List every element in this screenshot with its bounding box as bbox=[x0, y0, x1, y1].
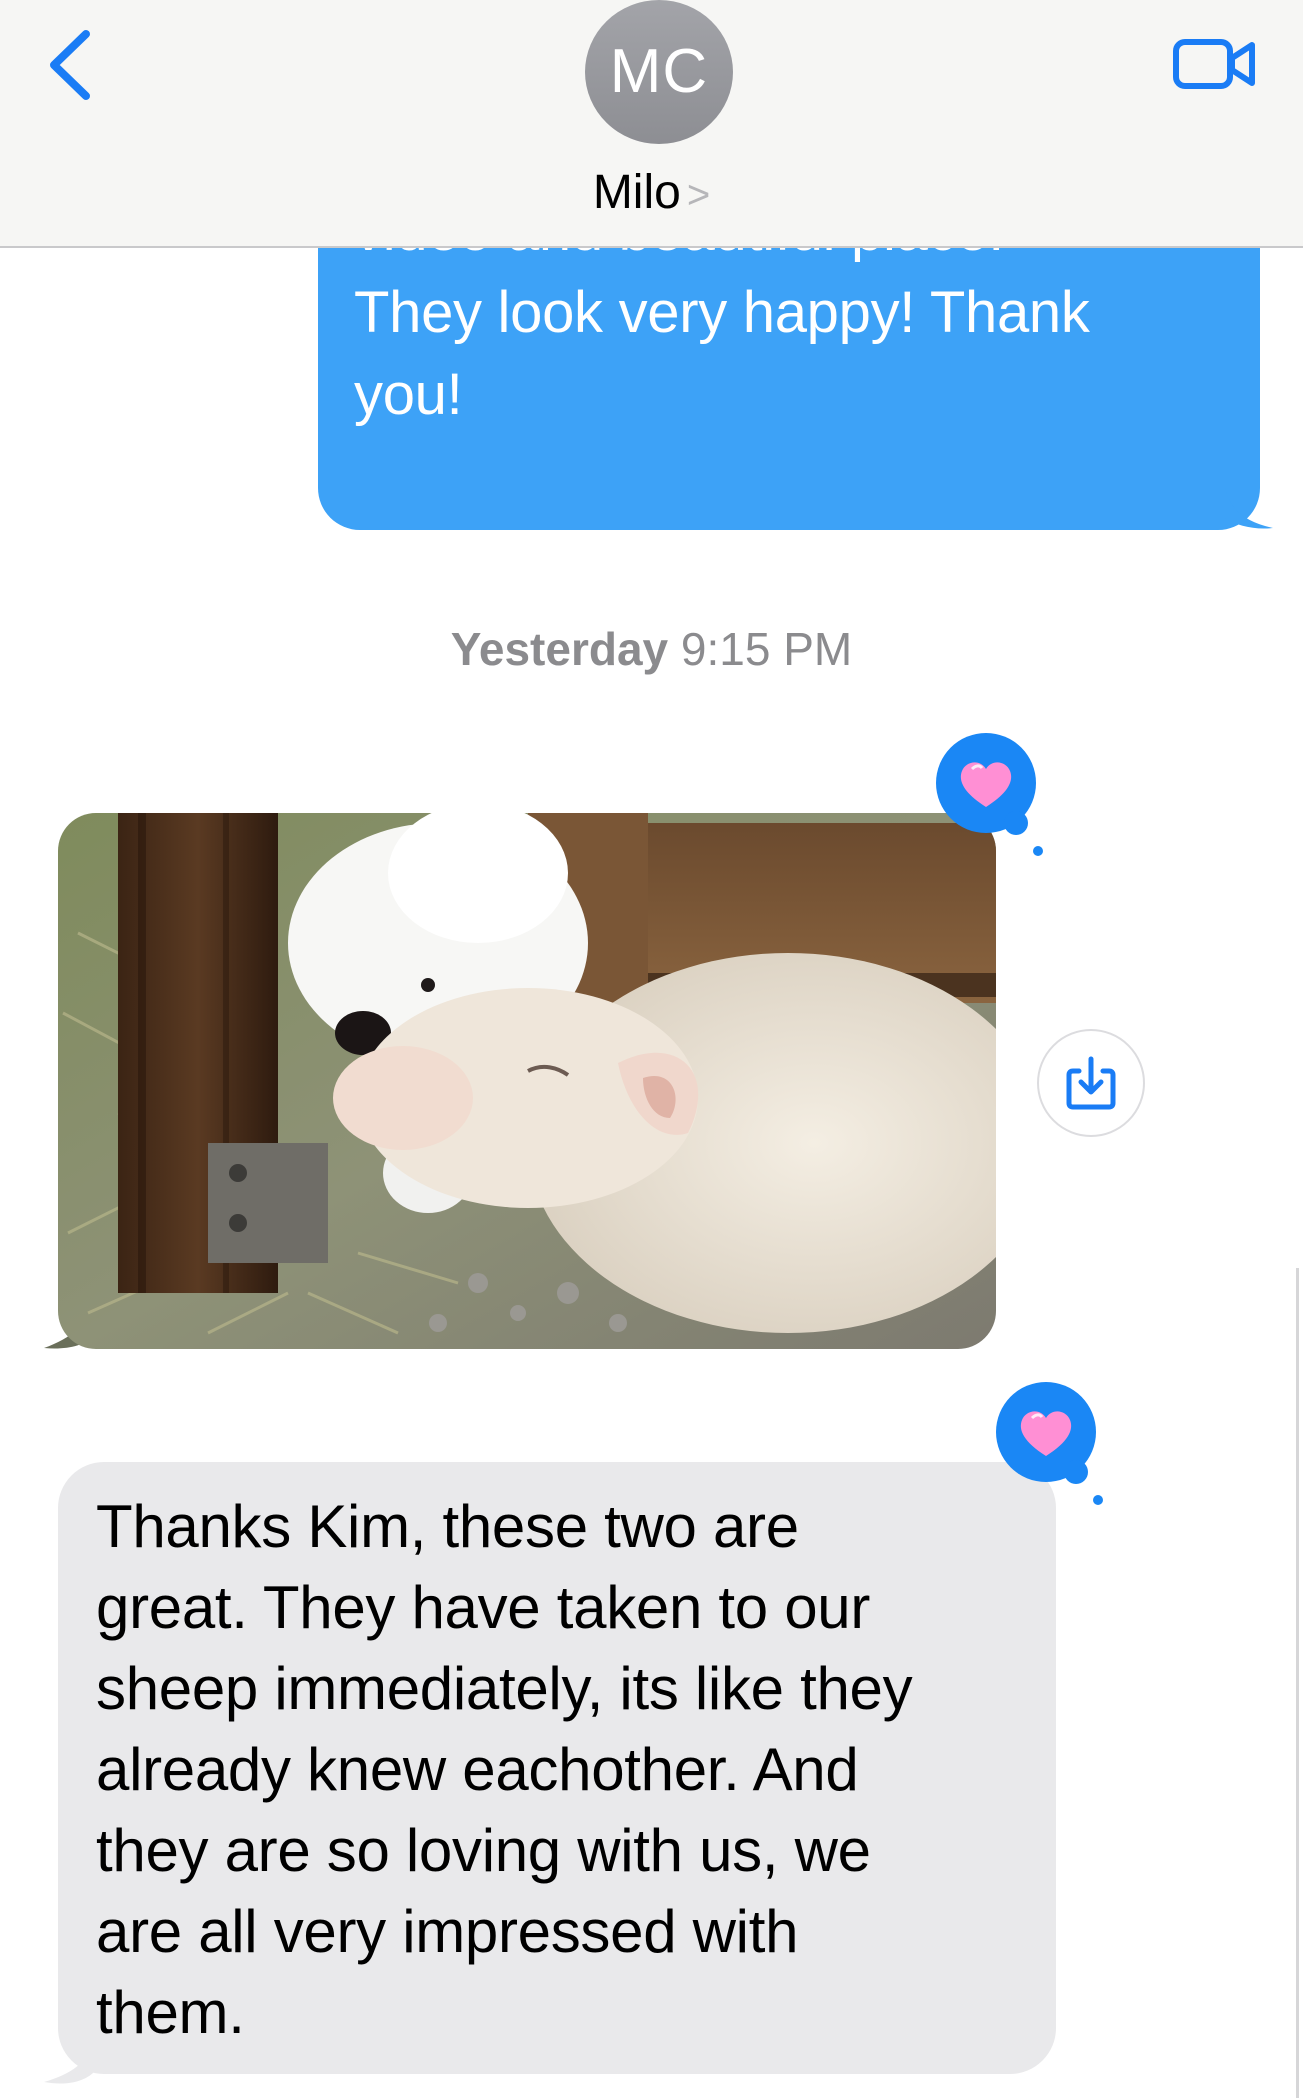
save-download-icon bbox=[1066, 1056, 1116, 1110]
chevron-right-icon: > bbox=[686, 173, 711, 217]
avatar[interactable]: MC bbox=[585, 0, 733, 144]
contact-name[interactable]: Milo > bbox=[0, 165, 1303, 220]
conversation-header: MC Milo > bbox=[0, 0, 1303, 248]
incoming-photo[interactable] bbox=[58, 813, 996, 1349]
photo-puppy-and-lamb bbox=[58, 813, 996, 1349]
timestamp-time: 9:15 PM bbox=[680, 623, 853, 675]
message-timestamp: Yesterday 9:15 PM bbox=[0, 622, 1303, 676]
incoming-message-text: Thanks Kim, these two are great. They ha… bbox=[96, 1493, 913, 2046]
timestamp-day: Yesterday bbox=[450, 623, 669, 675]
video-camera-icon[interactable] bbox=[1172, 36, 1258, 92]
chevron-left-icon[interactable] bbox=[42, 28, 102, 102]
save-photo-button[interactable] bbox=[1037, 1029, 1145, 1137]
contact-name-label[interactable]: Milo bbox=[593, 166, 681, 219]
heart-reaction-icon[interactable] bbox=[994, 1380, 1104, 1510]
scroll-indicator[interactable] bbox=[1296, 1268, 1299, 2098]
bubble-tail bbox=[1225, 488, 1273, 529]
heart-reaction-icon[interactable] bbox=[934, 731, 1044, 861]
